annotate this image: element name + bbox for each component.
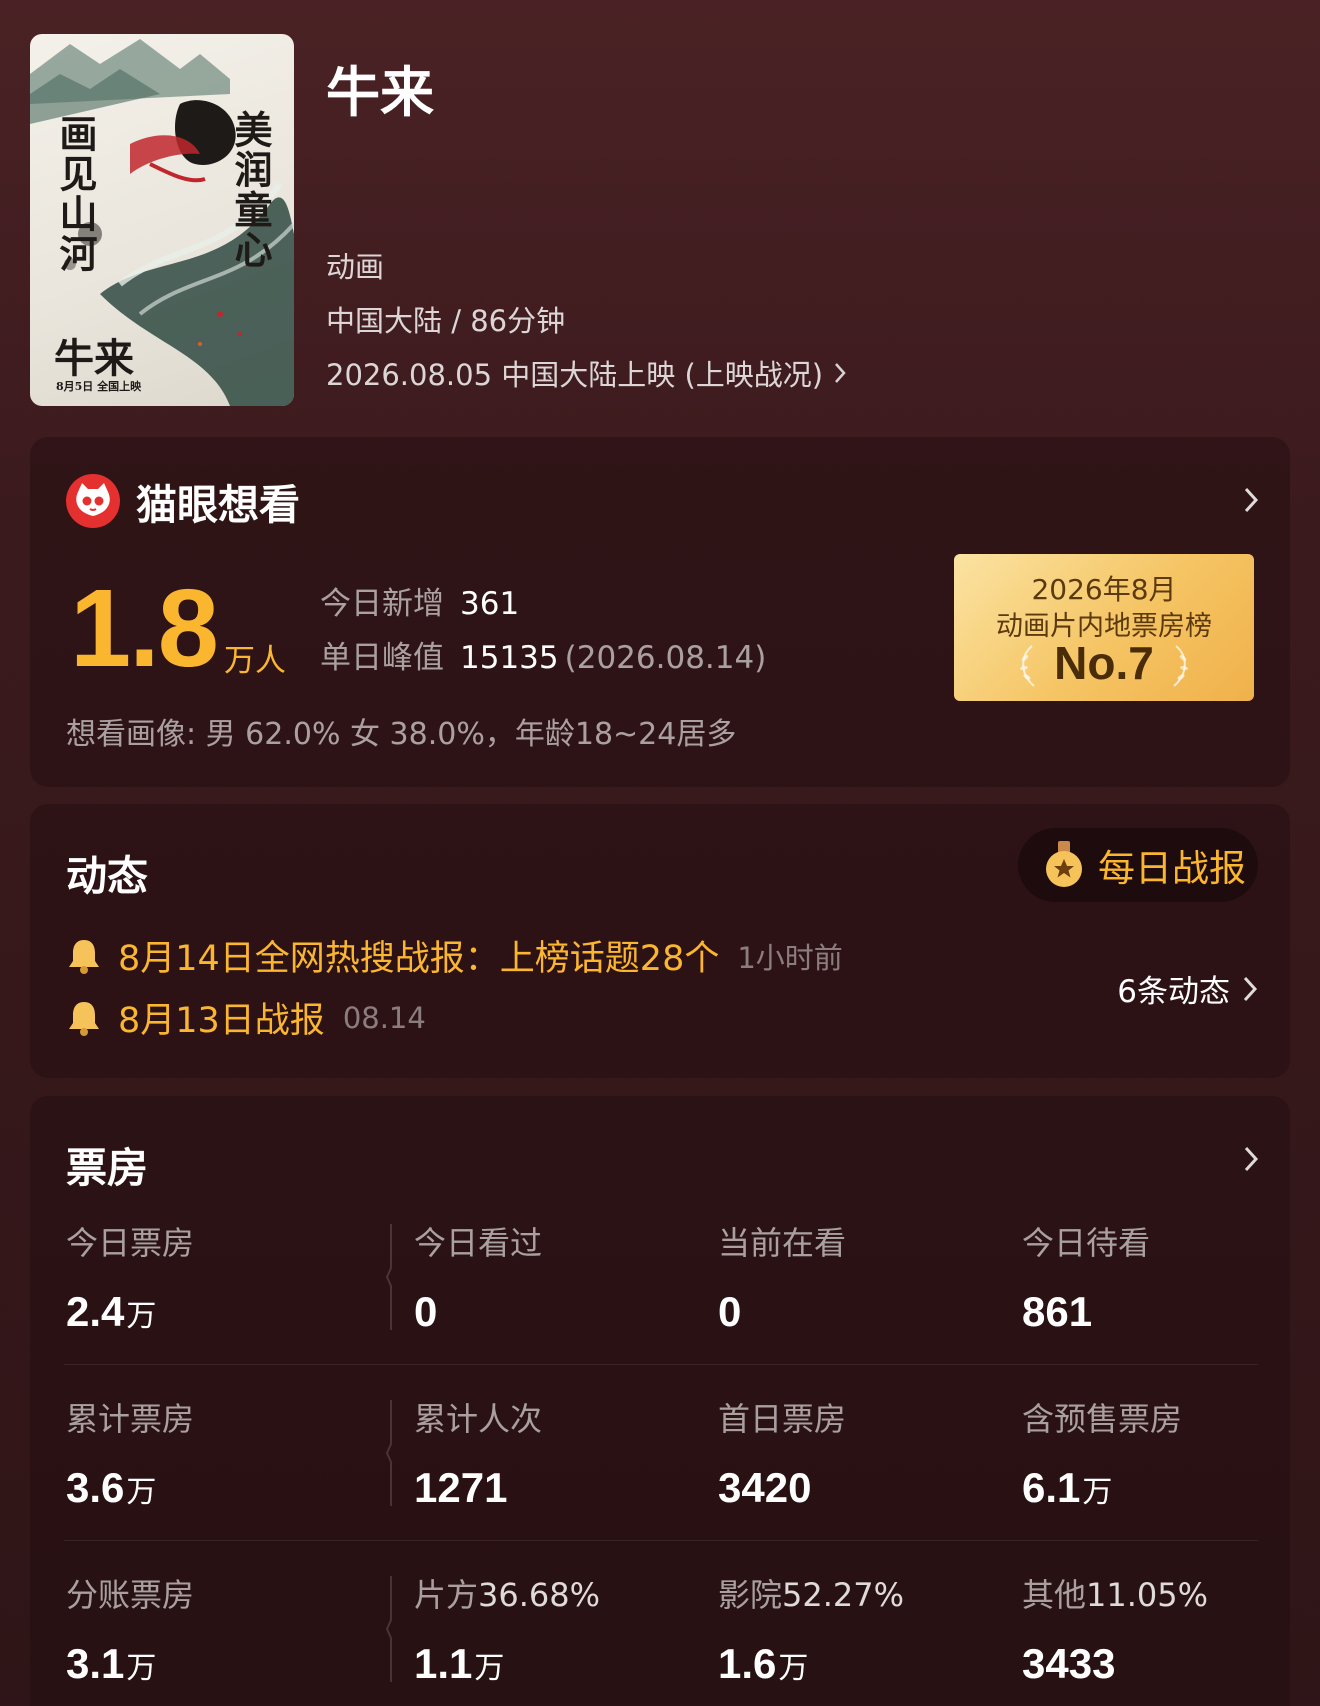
box-office-title: 票房 — [66, 1144, 148, 1192]
movie-poster[interactable]: 画见山河 美润童心 牛来 8月5日 全国上映 — [30, 34, 294, 406]
movie-region-duration: 中国大陆 / 86分钟 — [326, 304, 566, 338]
stat-value: 3433 — [1022, 1640, 1116, 1687]
column-divider — [385, 1400, 392, 1506]
stat-label: 分账票房 — [66, 1576, 195, 1614]
want-today: 今日新增 361 — [320, 578, 519, 623]
release-text: 2026.08.05 中国大陆上映 (上映战况) — [326, 358, 824, 392]
daily-report-label: 每日战报 — [1098, 847, 1246, 890]
news-count-label: 6条动态 — [1117, 974, 1230, 1010]
stat-today-gross: 今日票房 2.4万 — [66, 1218, 194, 1336]
stat-label: 首日票房 — [718, 1400, 847, 1438]
stat-value: 0 — [414, 1288, 438, 1335]
chevron-right-icon[interactable] — [1242, 485, 1260, 515]
peak-date: (2026.08.14) — [564, 640, 767, 676]
poster-slogan-right: 美润童心 — [228, 110, 273, 270]
stat-value: 3.6万 — [66, 1464, 157, 1511]
stat-label: 今日看过 — [414, 1224, 543, 1262]
column-divider — [385, 1224, 392, 1330]
news-item[interactable]: 8月13日战报 08.14 — [66, 992, 426, 1043]
news-item-text: 8月13日战报 — [118, 1001, 325, 1041]
stat-label: 累计人次 — [414, 1400, 543, 1438]
rank-badge[interactable]: 2026年8月 动画片内地票房榜 No.7 — [954, 554, 1254, 701]
news-card: 动态 每日战报 8月14日全网热搜战报：上榜话题28个 1小时前 8月13日战报… — [30, 804, 1290, 1078]
bell-icon — [69, 939, 99, 974]
want-peak: 单日峰值 15135 (2026.08.14) — [320, 632, 766, 677]
daily-report-button[interactable]: 每日战报 — [1018, 828, 1258, 902]
news-item-time: 1小时前 — [737, 940, 843, 975]
stat-label: 当前在看 — [718, 1224, 847, 1262]
stat-label: 累计票房 — [66, 1400, 195, 1438]
movie-genre: 动画 — [326, 250, 385, 284]
want-portrait: 想看画像: 男 62.0% 女 38.0%，年龄18~24居多 — [66, 717, 737, 752]
stat-value: 0 — [718, 1288, 742, 1335]
rank-number: No.7 — [1054, 637, 1154, 689]
poster-title: 牛来 — [54, 335, 134, 382]
stat-today-watched: 今日看过 0 — [414, 1218, 542, 1336]
news-title: 动态 — [66, 852, 148, 900]
movie-header: 画见山河 美润童心 牛来 8月5日 全国上映 牛来 动画 中国大陆 / 86分钟… — [30, 34, 1290, 408]
stat-split-gross: 分账票房 3.1万 — [66, 1570, 194, 1688]
maoyan-cat-icon — [66, 474, 120, 528]
stat-presale-gross: 含预售票房 6.1万 — [1022, 1394, 1182, 1512]
stat-producer-share: 片方36.68% 1.1万 — [414, 1570, 600, 1688]
stat-value: 6.1万 — [1022, 1464, 1113, 1511]
row-divider — [64, 1364, 1258, 1365]
stat-other-share: 其他11.05% 3433 — [1022, 1570, 1208, 1688]
stat-first-day-gross: 首日票房 3420 — [718, 1394, 846, 1512]
stat-today-pending: 今日待看 861 — [1022, 1218, 1150, 1336]
chevron-right-icon — [835, 363, 846, 383]
stat-label: 含预售票房 — [1022, 1400, 1183, 1438]
stat-label: 影院52.27% — [718, 1576, 905, 1614]
today-label: 今日新增 — [320, 586, 444, 622]
chevron-right-icon — [1243, 976, 1258, 1001]
stat-label: 今日票房 — [66, 1224, 195, 1262]
box-office-card: 票房 今日票房 2.4万 今日看过 0 当前在看 0 今日待看 861 累计票房… — [30, 1096, 1290, 1706]
stat-total-admissions: 累计人次 1271 — [414, 1394, 542, 1512]
stat-value: 1.6万 — [718, 1640, 809, 1687]
stat-value: 1.1万 — [414, 1640, 505, 1687]
want-header: 猫眼想看 — [66, 471, 300, 531]
movie-release-link[interactable]: 2026.08.05 中国大陆上映 (上映战况) — [326, 352, 847, 394]
medal-icon — [1046, 841, 1082, 887]
news-item-text: 8月14日全网热搜战报：上榜话题28个 — [118, 939, 720, 979]
bell-icon — [69, 1001, 99, 1036]
news-count-link[interactable]: 6条动态 — [1117, 966, 1258, 1011]
stat-cinema-share: 影院52.27% 1.6万 — [718, 1570, 904, 1688]
stat-value: 1271 — [414, 1464, 508, 1511]
news-item-time: 08.14 — [342, 1000, 426, 1035]
rank-period: 2026年8月 — [1031, 573, 1177, 606]
movie-title: 牛来 — [326, 61, 434, 124]
stat-total-gross: 累计票房 3.6万 — [66, 1394, 194, 1512]
column-divider — [385, 1576, 392, 1682]
stat-value: 3420 — [718, 1464, 812, 1511]
peak-value: 15135 — [460, 640, 559, 676]
stat-label: 其他11.05% — [1022, 1576, 1209, 1614]
news-item[interactable]: 8月14日全网热搜战报：上榜话题28个 1小时前 — [66, 930, 843, 981]
today-value: 361 — [460, 586, 520, 622]
peak-label: 单日峰值 — [320, 640, 444, 676]
want-to-watch-card[interactable]: 猫眼想看 1.8 万人 今日新增 361 单日峰值 15135 (2026.08.14… — [30, 437, 1290, 787]
want-count: 1.8 — [70, 567, 219, 690]
poster-date: 8月5日 全国上映 — [56, 380, 142, 393]
stat-value: 3.1万 — [66, 1640, 157, 1687]
stat-label: 片方36.68% — [414, 1576, 601, 1614]
row-divider — [64, 1540, 1258, 1541]
want-title: 猫眼想看 — [136, 481, 300, 529]
stat-label: 今日待看 — [1022, 1224, 1151, 1262]
stat-value: 861 — [1022, 1288, 1093, 1335]
chevron-right-icon[interactable] — [1242, 1144, 1260, 1174]
poster-slogan-left: 画见山河 — [53, 114, 98, 274]
want-count-unit: 万人 — [224, 643, 286, 679]
stat-now-watching: 当前在看 0 — [718, 1218, 846, 1336]
stat-value: 2.4万 — [66, 1288, 157, 1335]
